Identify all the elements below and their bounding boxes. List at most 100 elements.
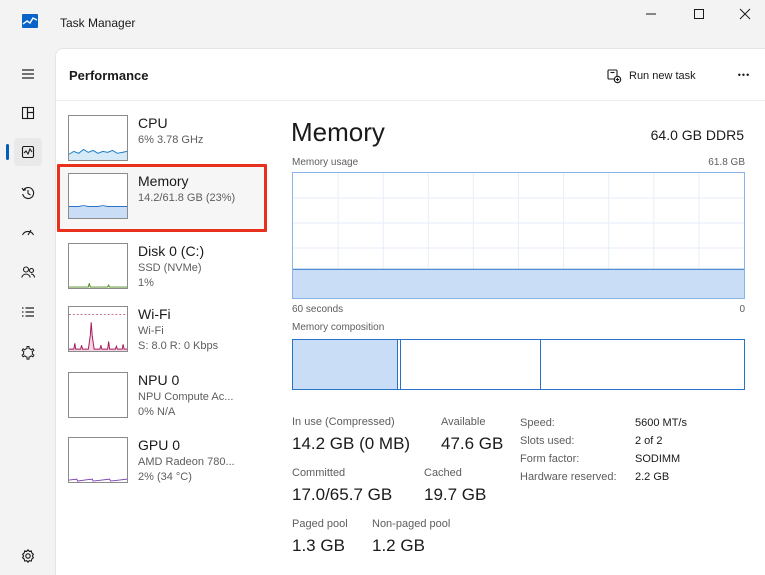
spec-slots-key: Slots used: [520, 435, 575, 447]
device-detail: NPU Compute Ac... [138, 391, 234, 403]
cached-value: 19.7 GB [424, 485, 487, 504]
in-use-label: In use (Compressed) [292, 416, 395, 428]
details-icon [22, 307, 34, 317]
nav-startup-apps[interactable] [14, 218, 42, 246]
close-button[interactable] [722, 0, 765, 28]
device-name: Memory [138, 173, 189, 189]
device-item-gpu[interactable]: GPU 0 AMD Radeon 780... 2% (34 °C) [62, 433, 262, 493]
device-usage: 2% (34 °C) [138, 471, 192, 483]
memory-usage-area [293, 269, 744, 298]
device-item-npu[interactable]: NPU 0 NPU Compute Ac... 0% N/A [62, 368, 262, 428]
maximize-button[interactable] [676, 0, 722, 28]
device-usage: 0% N/A [138, 406, 176, 418]
more-options-icon: ••• [737, 70, 751, 80]
nav-settings[interactable] [14, 544, 42, 568]
nonpaged-pool-value: 1.2 GB [372, 536, 425, 555]
device-list: CPU 6% 3.78 GHz Memory 14.2/61.8 GB (23%… [56, 101, 271, 575]
nav-details[interactable] [14, 298, 42, 326]
device-thumbnail-graph [68, 115, 128, 161]
spec-hw-reserved-key: Hardware reserved: [520, 471, 617, 483]
device-detail: 6% 3.78 GHz [138, 134, 204, 146]
processes-icon [21, 106, 35, 120]
settings-gear-icon [21, 548, 35, 564]
nav-users[interactable] [14, 258, 42, 286]
memory-composition-label: Memory composition [292, 322, 385, 333]
content-header: Performance Run new task ••• [56, 49, 765, 101]
composition-in-use [293, 340, 398, 389]
services-icon [21, 346, 35, 360]
device-detail: 14.2/61.8 GB (23%) [138, 192, 236, 204]
close-icon [739, 8, 751, 20]
device-item-disk[interactable]: Disk 0 (C:) SSD (NVMe) 1% [62, 239, 262, 299]
main-content: Performance Run new task ••• CPU 6% 3.78… [55, 48, 765, 575]
hamburger-menu-icon [22, 69, 34, 79]
minimize-icon [646, 13, 656, 15]
run-new-task-icon [607, 69, 622, 84]
nonpaged-pool-label: Non-paged pool [372, 518, 451, 530]
paged-pool-label: Paged pool [292, 518, 348, 530]
spec-speed-value: 5600 MT/s [635, 417, 687, 429]
startup-apps-icon [21, 229, 35, 236]
run-new-task-label: Run new task [629, 70, 696, 82]
device-detail: Wi-Fi [138, 325, 164, 337]
performance-icon [21, 145, 35, 159]
graph-time-zero: 0 [739, 304, 745, 315]
navigation-rail [0, 48, 55, 575]
nav-services[interactable] [14, 338, 42, 366]
run-new-task-button[interactable]: Run new task [606, 67, 696, 85]
task-manager-app-icon [22, 14, 38, 28]
in-use-value: 14.2 GB (0 MB) [292, 434, 411, 453]
more-options-button[interactable]: ••• [732, 65, 756, 85]
memory-detail-panel: Memory 64.0 GB DDR5 Memory usage 61.8 GB… [281, 101, 765, 575]
device-thumbnail-graph [68, 437, 128, 483]
device-item-cpu[interactable]: CPU 6% 3.78 GHz [62, 111, 262, 171]
device-thumbnail-graph [68, 173, 128, 219]
device-thumbnail-graph [68, 306, 128, 352]
device-usage: 1% [138, 277, 154, 289]
device-usage: S: 8.0 R: 0 Kbps [138, 340, 219, 352]
device-name: Disk 0 (C:) [138, 243, 205, 259]
paged-pool-value: 1.3 GB [292, 536, 345, 555]
title-bar: Task Manager [0, 0, 765, 48]
spec-slots-value: 2 of 2 [635, 435, 663, 447]
available-value: 47.6 GB [441, 434, 504, 453]
nav-processes[interactable] [14, 99, 42, 127]
memory-usage-graph [292, 172, 745, 299]
device-item-memory[interactable]: Memory 14.2/61.8 GB (23%) [57, 164, 267, 232]
spec-speed-key: Speed: [520, 417, 555, 429]
device-detail: AMD Radeon 780... [138, 456, 235, 468]
cached-label: Cached [424, 467, 462, 479]
committed-value: 17.0/65.7 GB [292, 485, 393, 504]
nav-menu-button[interactable] [14, 60, 42, 88]
spec-hw-reserved-value: 2.2 GB [635, 471, 670, 483]
page-title: Performance [69, 68, 149, 83]
maximize-icon [694, 9, 704, 19]
device-name: NPU 0 [138, 372, 180, 388]
device-thumbnail-graph [68, 372, 128, 418]
composition-standby [401, 340, 541, 389]
window-title: Task Manager [60, 16, 136, 30]
app-history-icon [21, 186, 35, 200]
device-detail: SSD (NVMe) [138, 262, 202, 274]
graph-time-label: 60 seconds [292, 304, 344, 315]
device-name: Wi-Fi [138, 306, 171, 322]
device-name: CPU [138, 115, 168, 131]
spec-form-factor-key: Form factor: [520, 453, 580, 465]
memory-spec: 64.0 GB DDR5 [650, 127, 744, 143]
nav-performance[interactable] [14, 138, 42, 166]
memory-usage-label: Memory usage [292, 157, 359, 168]
minimize-button[interactable] [628, 0, 674, 28]
device-item-wifi[interactable]: Wi-Fi Wi-Fi S: 8.0 R: 0 Kbps [62, 302, 262, 362]
memory-composition-bar [292, 339, 745, 390]
nav-app-history[interactable] [14, 179, 42, 207]
nav-selection-indicator [6, 144, 9, 160]
committed-label: Committed [292, 467, 346, 479]
available-label: Available [441, 416, 486, 428]
spec-form-factor-value: SODIMM [635, 453, 681, 465]
detail-title: Memory [291, 117, 385, 147]
users-icon [21, 266, 36, 278]
composition-free [541, 340, 744, 389]
memory-usage-max: 61.8 GB [708, 157, 745, 168]
device-thumbnail-graph [68, 243, 128, 289]
device-name: GPU 0 [138, 437, 181, 453]
